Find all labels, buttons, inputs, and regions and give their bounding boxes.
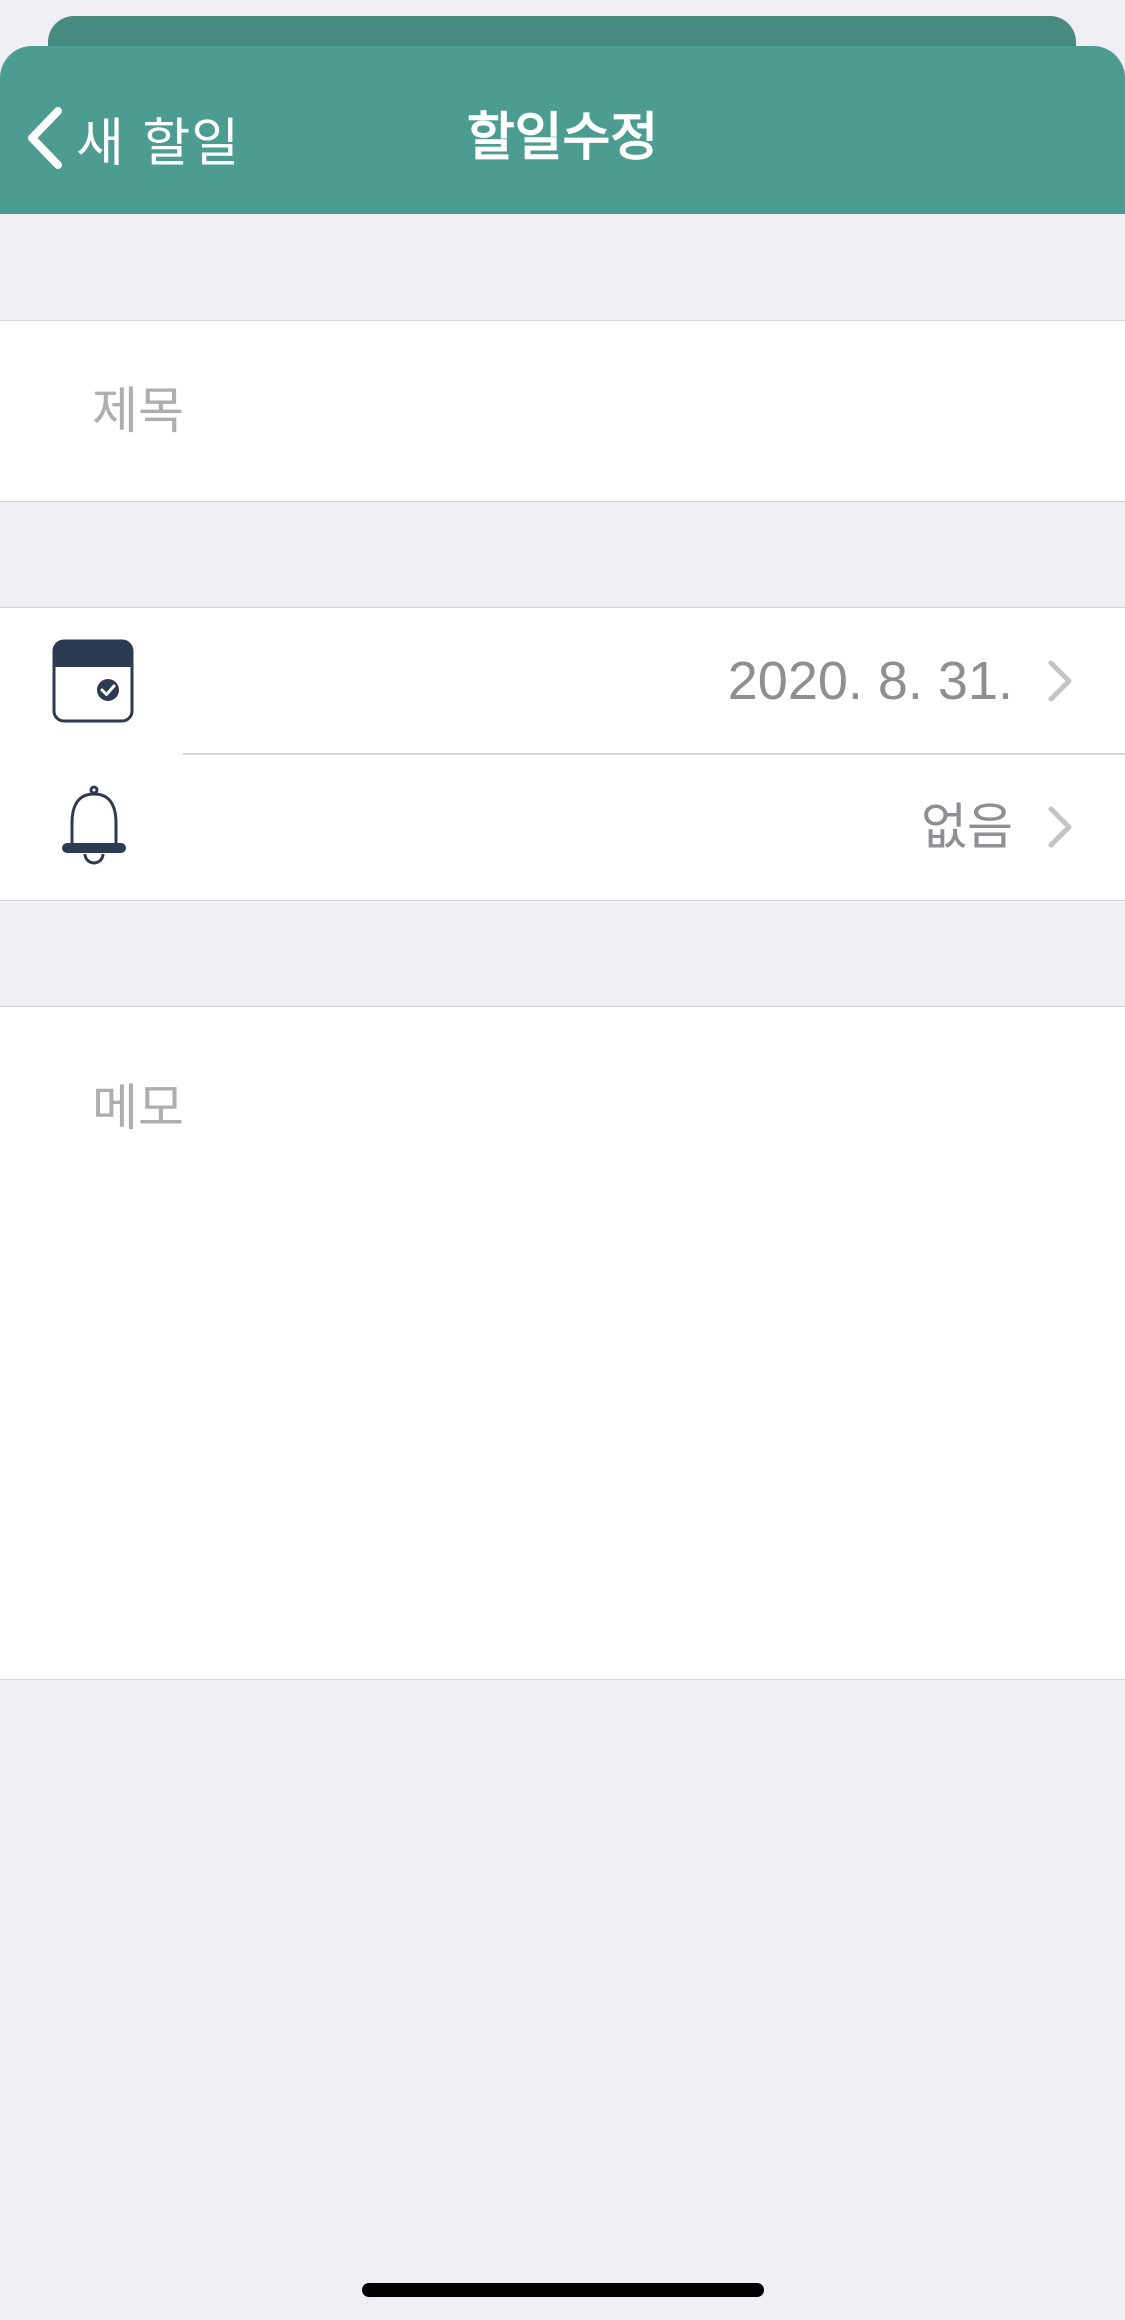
chevron-right-icon xyxy=(1048,806,1072,848)
alarm-value: 없음 xyxy=(921,798,1013,856)
title-section xyxy=(0,320,1125,502)
page-title: 할일수정 xyxy=(466,108,659,168)
navigation-bar: 새 할일 할일수정 xyxy=(0,46,1125,214)
settings-section: 2020. 8. 31. 없음 xyxy=(0,607,1125,901)
date-row[interactable]: 2020. 8. 31. xyxy=(0,608,1125,755)
date-value: 2020. 8. 31. xyxy=(727,651,1013,711)
title-input[interactable] xyxy=(92,321,1052,501)
memo-section xyxy=(0,1006,1125,1680)
chevron-right-icon xyxy=(1048,660,1072,702)
bell-icon xyxy=(62,785,126,865)
calendar-check-icon xyxy=(52,639,134,723)
alarm-row[interactable]: 없음 xyxy=(0,754,1125,900)
memo-input[interactable] xyxy=(92,1073,1052,1633)
home-indicator xyxy=(362,2283,764,2297)
